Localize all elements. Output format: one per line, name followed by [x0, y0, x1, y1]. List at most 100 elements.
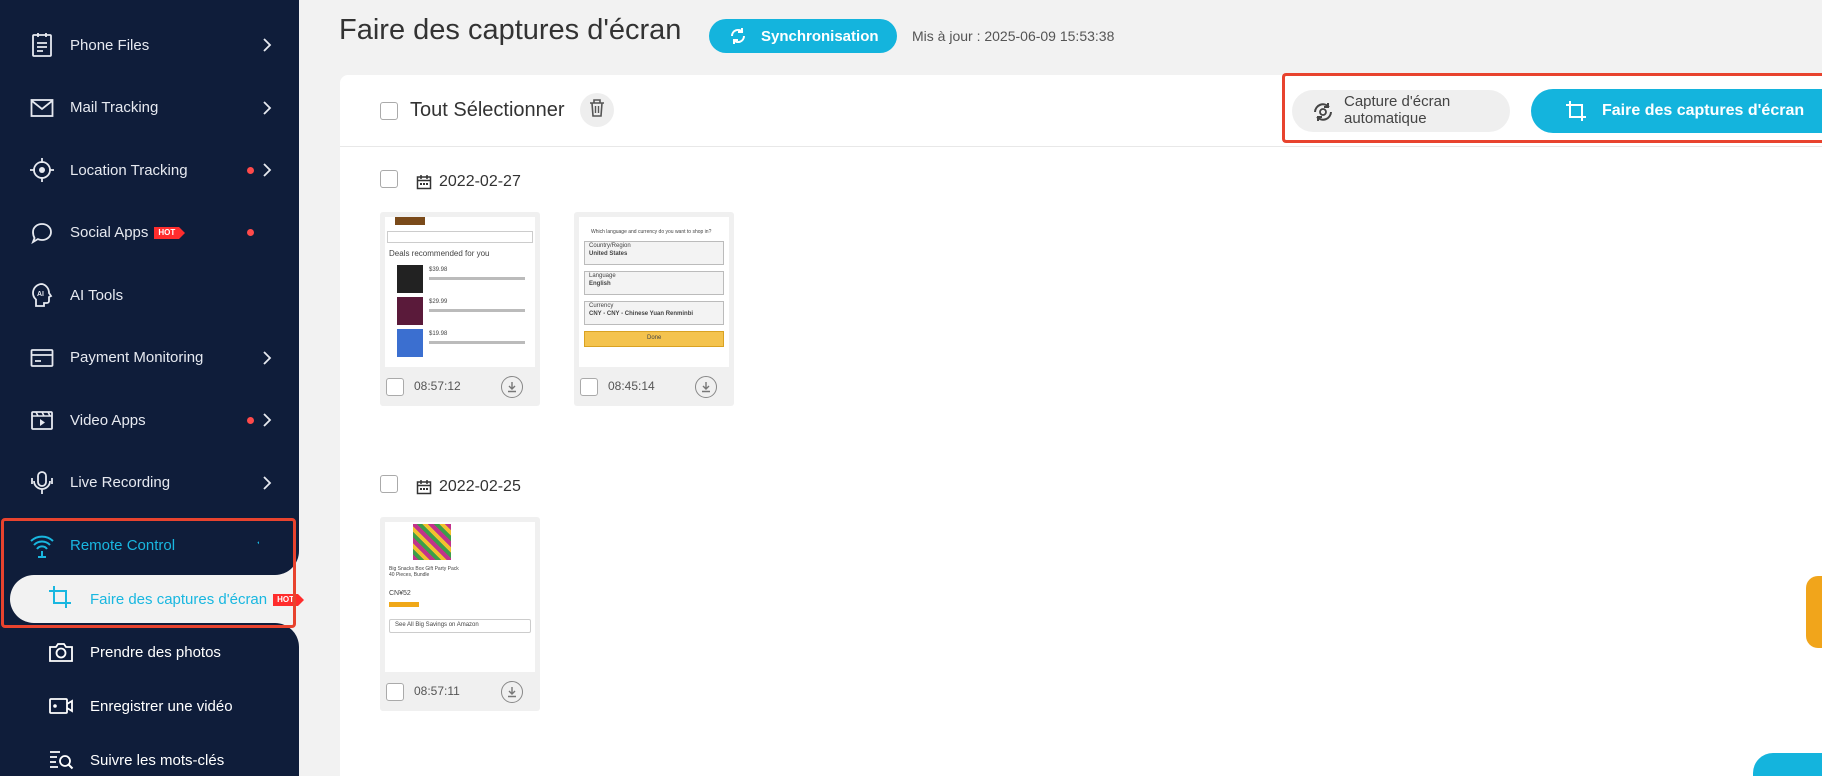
delete-button[interactable] — [580, 93, 614, 127]
sidebar-item-live-recording[interactable]: Live Recording — [0, 458, 299, 508]
screenshot-card[interactable]: Deals recommended for you $39.98 $29.99 $19… — [380, 212, 540, 406]
select-all-label: Tout Sélectionner — [410, 99, 565, 121]
date-group-header: 2022-02-25 — [340, 475, 640, 499]
chevron-right-icon — [260, 38, 274, 52]
file-list-icon — [28, 31, 56, 59]
notification-dot — [247, 166, 254, 174]
download-icon[interactable] — [695, 376, 717, 398]
screenshot-text: Deals recommended for you — [389, 249, 490, 258]
download-icon[interactable] — [501, 376, 523, 398]
page-title: Faire des captures d'écran — [339, 14, 682, 46]
notification-dot — [247, 416, 254, 424]
last-updated: Mis à jour : 2025-06-09 15:53:38 — [912, 28, 1115, 44]
screenshot-checkbox[interactable] — [386, 683, 404, 701]
sidebar-subitem-label: Suivre les mots-clés — [90, 751, 225, 769]
auto-capture-button[interactable]: Capture d'écran automatique — [1292, 90, 1510, 132]
download-icon[interactable] — [501, 681, 523, 703]
sidebar-item-label: Video Apps — [70, 411, 146, 429]
screenshot-text-line — [429, 341, 525, 344]
notification-dot — [247, 229, 254, 236]
screenshot-text: See All Big Savings on Amazon — [395, 622, 479, 628]
screenshot-product-thumb — [397, 297, 423, 325]
screenshot-text: $29.99 — [429, 299, 448, 305]
screenshot-header-bar — [395, 217, 425, 225]
screenshot-card[interactable]: Big Snacks Box Gift Party Pack 40 Pieces… — [380, 517, 540, 711]
sidebar-item-phone-files[interactable]: Phone Files — [0, 20, 299, 70]
screenshot-text: Done — [647, 335, 662, 341]
date-group-label: 2022-02-25 — [439, 478, 521, 495]
keyword-search-icon — [48, 748, 74, 772]
screenshot-text-line — [429, 309, 525, 312]
sidebar-item-location-tracking[interactable]: Location Tracking — [0, 145, 299, 195]
mail-icon — [28, 94, 56, 122]
chevron-right-icon — [260, 163, 274, 177]
sidebar-subitem-label: Prendre des photos — [90, 643, 221, 661]
floating-chat-button[interactable] — [1753, 753, 1822, 776]
sidebar-item-label: Location Tracking — [70, 161, 188, 179]
screenshot-time: 08:57:11 — [414, 684, 460, 698]
svg-text:AI: AI — [37, 291, 44, 298]
microphone-icon — [28, 469, 56, 497]
date-group-checkbox[interactable] — [380, 170, 398, 188]
screenshot-text: Big Snacks Box Gift Party Pack 40 Pieces… — [389, 566, 459, 578]
sidebar-subitem-suivre-les-mots-cles[interactable]: Suivre les mots-clés — [0, 737, 299, 776]
auto-capture-label: Capture d'écran automatique — [1344, 93, 1451, 127]
sync-label: Synchronisation — [761, 27, 879, 45]
date-group-label: 2022-02-27 — [439, 173, 521, 190]
screenshot-search-bar — [387, 231, 533, 243]
remote-control-highlight — [1, 518, 296, 628]
sidebar-item-label: Payment Monitoring — [70, 349, 204, 366]
screenshot-text: Language — [589, 273, 616, 279]
screenshot-product-thumb — [397, 329, 423, 357]
calendar-icon — [416, 479, 432, 500]
screenshot-image[interactable]: Deals recommended for you $39.98 $29.99 $19… — [385, 217, 535, 367]
floating-gift-widget[interactable] — [1806, 576, 1822, 648]
sidebar-subitem-enregistrer-une-video[interactable]: Enregistrer une vidéo — [0, 683, 299, 729]
screenshots-panel: Tout Sélectionner 2022-02-27 Deals recomm… — [340, 75, 1822, 776]
sidebar: Phone Files Mail Tracking Location Trackin… — [0, 0, 304, 776]
screenshot-text: Currency — [589, 303, 614, 309]
take-screenshot-label: Faire des captures d'écran — [1602, 102, 1805, 119]
screenshot-image[interactable]: Which language and currency do you want … — [579, 217, 729, 367]
sidebar-item-ai-tools[interactable]: AI AI Tools — [0, 270, 299, 320]
sidebar-item-mail-tracking[interactable]: Mail Tracking — [0, 83, 299, 133]
screenshot-time: 08:45:14 — [608, 379, 655, 393]
camera-icon — [48, 640, 74, 664]
sync-button[interactable]: Synchronisation — [709, 19, 897, 53]
select-all-checkbox[interactable] — [380, 102, 398, 120]
chevron-right-icon — [260, 350, 274, 365]
screenshot-text: Country/Region — [589, 243, 631, 249]
date-group-checkbox[interactable] — [380, 475, 398, 493]
sidebar-item-label: Live Recording — [70, 474, 171, 491]
screenshot-image[interactable]: Big Snacks Box Gift Party Pack 40 Pieces… — [385, 522, 535, 672]
screenshot-text-line — [429, 277, 525, 280]
screenshot-checkbox[interactable] — [386, 378, 404, 396]
calendar-icon — [416, 174, 432, 195]
sidebar-item-social-apps[interactable]: Social Apps HOT — [0, 208, 299, 258]
chevron-right-icon — [260, 100, 274, 115]
sidebar-subitem-prendre-des-photos[interactable]: Prendre des photos — [0, 629, 299, 675]
chevron-right-icon — [260, 413, 274, 427]
screenshot-text: CN¥52 — [389, 590, 411, 597]
sidebar-item-label: Mail Tracking — [70, 99, 159, 116]
screenshot-text: English — [589, 281, 611, 287]
screenshot-product-image — [413, 524, 451, 560]
hot-badge: HOT — [154, 227, 186, 240]
screenshot-text: $19.98 — [429, 331, 448, 337]
sidebar-item-payment-monitoring[interactable]: Payment Monitoring — [0, 333, 299, 383]
card-icon — [28, 344, 56, 372]
sidebar-item-video-apps[interactable]: Video Apps — [0, 395, 299, 445]
screenshot-card[interactable]: Which language and currency do you want … — [574, 212, 734, 406]
date-group-header: 2022-02-27 — [340, 170, 640, 194]
sidebar-item-label: AI Tools — [70, 286, 124, 304]
ai-icon: AI — [28, 281, 56, 309]
video-icon — [28, 406, 56, 434]
screenshot-checkbox[interactable] — [580, 378, 598, 396]
screenshot-text: Which language and currency do you want … — [591, 229, 712, 235]
take-screenshot-button[interactable]: Faire des captures d'écran — [1531, 89, 1822, 133]
screenshot-text: United States — [589, 251, 628, 257]
auto-sync-camera-icon — [1310, 100, 1336, 129]
screenshot-text: CNY - CNY - Chinese Yuan Renminbi — [589, 311, 694, 317]
screenshot-product-thumb — [397, 265, 423, 293]
sidebar-item-label: Social Apps HOT — [70, 224, 186, 241]
